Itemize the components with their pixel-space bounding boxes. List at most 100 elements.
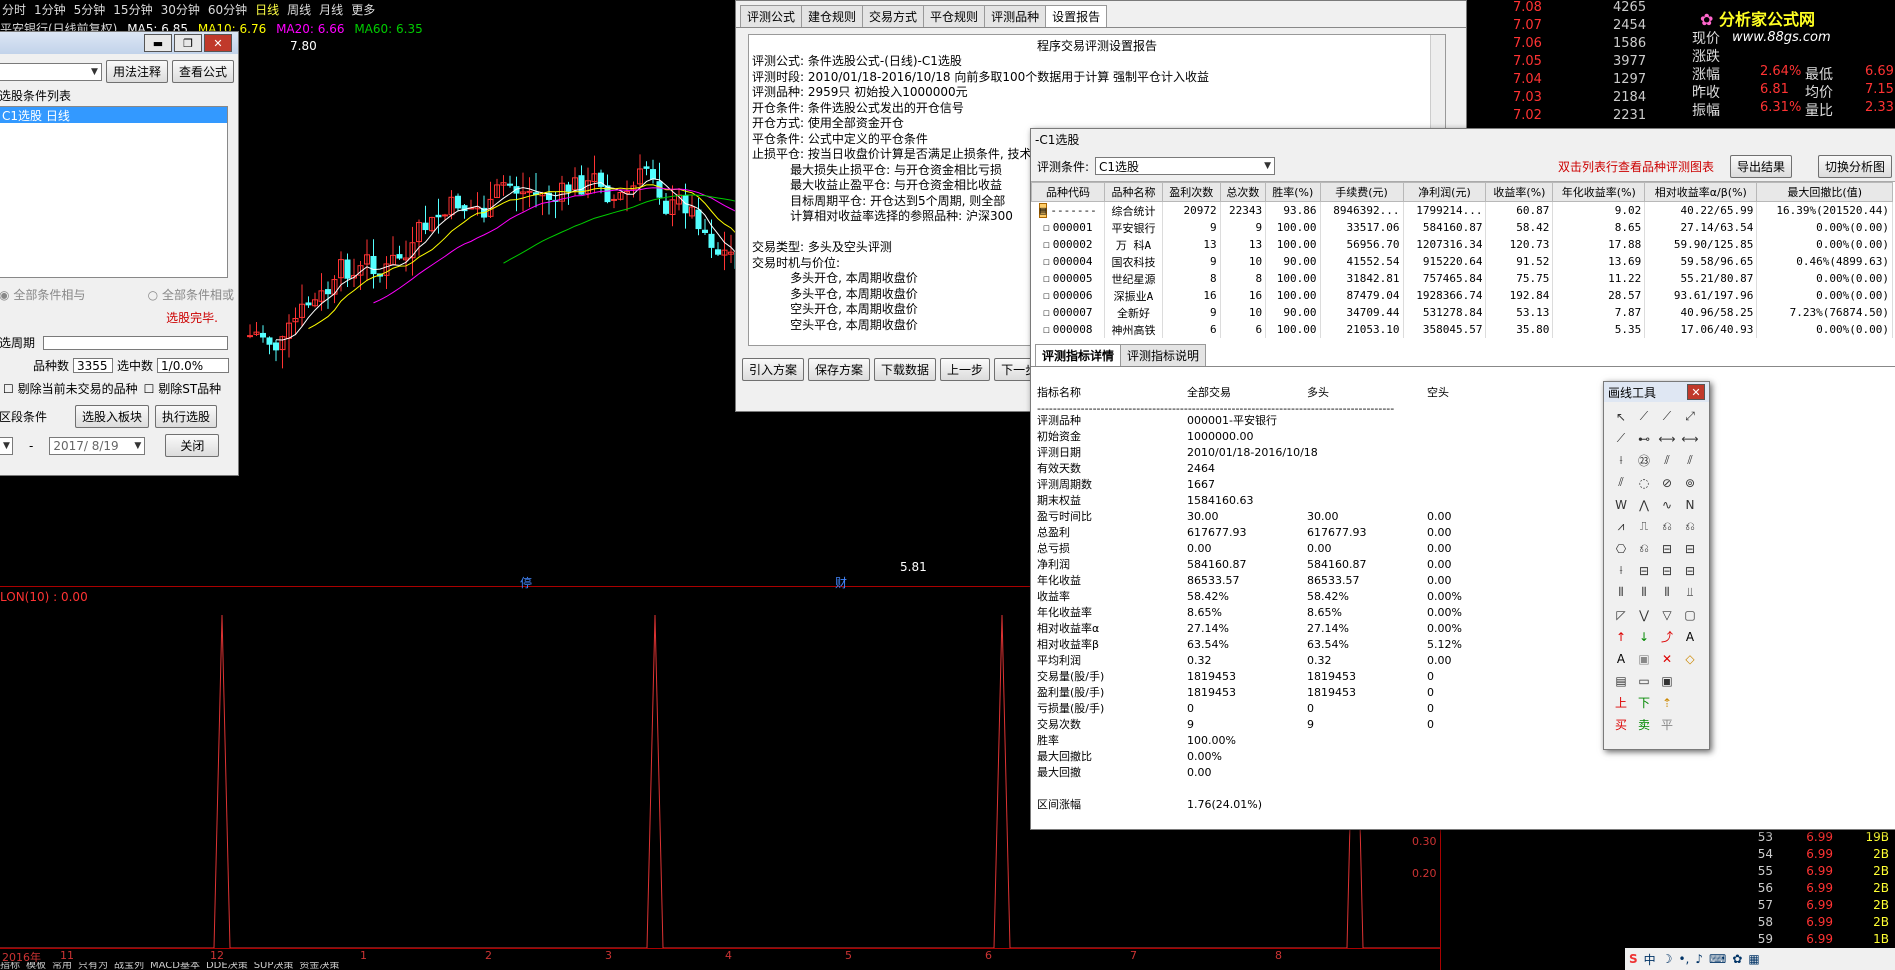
radio-and[interactable]: ◉ 全部条件相与: [0, 286, 85, 303]
row-checkbox-icon[interactable]: ☐: [1043, 255, 1050, 268]
minimize-button[interactable]: ▬: [144, 34, 172, 52]
draw-tool-49-icon[interactable]: ▭: [1633, 670, 1655, 691]
result-col-4[interactable]: 胜率(%): [1265, 182, 1321, 202]
result-table[interactable]: 品种代码 品种名称 盈利次数 总次数 胜率(%) 手续费(元) 净利润(元) 收益率(%) 年化…: [1030, 182, 1893, 338]
result-row[interactable]: ☐ 000001 平安银行 9 9 100.00 33517.06 584160.87 58.4…: [1031, 219, 1893, 236]
row-checkbox-icon[interactable]: ☐: [1043, 221, 1050, 234]
result-col-5[interactable]: 手续费(元): [1319, 182, 1404, 202]
draw-tool-56-icon[interactable]: 买: [1610, 714, 1632, 735]
draw-tool-5-icon[interactable]: ⊷: [1633, 428, 1655, 449]
draw-tool-54-icon[interactable]: ⇡: [1656, 692, 1678, 713]
draw-tool-23-icon[interactable]: ⎌: [1679, 516, 1701, 537]
exclude-untraded-check[interactable]: ☐ 剔除当前未交易的品种: [3, 380, 138, 397]
report-button-1[interactable]: 保存方案: [808, 358, 871, 381]
bottom-tab-0[interactable]: 指标: [0, 962, 20, 970]
result-col-8[interactable]: 年化收益率(%): [1552, 182, 1646, 202]
draw-tools-close-icon[interactable]: ✕: [1687, 384, 1705, 400]
report-button-2[interactable]: 下载数据: [874, 358, 937, 381]
add-to-block-button[interactable]: 选股入板块: [75, 405, 150, 428]
ime-mic-icon[interactable]: ♪: [1695, 952, 1703, 966]
period-1[interactable]: 1分钟: [34, 1, 66, 18]
report-button-0[interactable]: 引入方案: [742, 358, 805, 381]
switch-chart-button[interactable]: 切换分析图: [1817, 154, 1892, 178]
draw-tool-4-icon[interactable]: ⟋: [1610, 428, 1632, 449]
period-7[interactable]: 周线: [287, 1, 311, 18]
result-col-9[interactable]: 相对收益率α/β(%): [1644, 182, 1758, 202]
draw-tool-52-icon[interactable]: 上: [1610, 692, 1632, 713]
exclude-st-check[interactable]: ☐ 剔除ST品种: [144, 380, 222, 397]
report-tab-5[interactable]: 设置报告: [1045, 5, 1108, 27]
row-checkbox-icon[interactable]: ☐: [1043, 238, 1050, 251]
draw-tool-22-icon[interactable]: ⎌: [1656, 516, 1678, 537]
draw-tool-17-icon[interactable]: ⋀: [1633, 494, 1655, 515]
bottom-tab-3[interactable]: 只有为: [78, 962, 108, 970]
period-select[interactable]: [43, 335, 229, 350]
draw-tool-47-icon[interactable]: ◇: [1679, 648, 1701, 669]
draw-tool-33-icon[interactable]: ⦀: [1633, 582, 1655, 603]
export-button[interactable]: 导出结果: [1729, 154, 1792, 178]
execute-select-button[interactable]: 执行选股: [155, 405, 218, 428]
result-col-7[interactable]: 收益率(%): [1485, 182, 1554, 202]
result-row[interactable]: ☐ 000006 深振业A 16 16 100.00 87479.04 1928366.74 1…: [1031, 287, 1893, 304]
bottom-tab-1[interactable]: 模板: [26, 962, 46, 970]
draw-tool-21-icon[interactable]: ⎍: [1633, 516, 1655, 537]
draw-tool-18-icon[interactable]: ∿: [1656, 494, 1678, 515]
result-col-0[interactable]: 品种代码: [1030, 182, 1106, 202]
close-window-button[interactable]: ✕: [204, 34, 232, 52]
draw-tool-16-icon[interactable]: W: [1610, 494, 1632, 515]
report-tab-2[interactable]: 交易方式: [862, 5, 925, 27]
report-tab-1[interactable]: 建仓规则: [801, 5, 864, 27]
draw-tool-41-icon[interactable]: ↓: [1633, 626, 1655, 647]
row-checkbox-icon[interactable]: ☐: [1043, 306, 1050, 319]
bottom-tab-5[interactable]: MACD基本: [150, 962, 200, 970]
draw-tool-45-icon[interactable]: ▣: [1633, 648, 1655, 669]
period-6[interactable]: 日线: [255, 1, 279, 18]
view-formula-button[interactable]: 查看公式: [171, 60, 234, 83]
bottom-tab-8[interactable]: 资金决策: [299, 962, 339, 970]
result-col-3[interactable]: 总次数: [1219, 182, 1267, 202]
result-row[interactable]: ☐ 000008 神州高铁 6 6 100.00 21053.10 358045.57 35.8…: [1031, 321, 1893, 338]
period-0[interactable]: 分时: [2, 1, 26, 18]
period-5[interactable]: 60分钟: [208, 1, 247, 18]
draw-tool-6-icon[interactable]: ⟷: [1656, 428, 1678, 449]
draw-tool-40-icon[interactable]: ↑: [1610, 626, 1632, 647]
draw-tool-20-icon[interactable]: ⩘: [1610, 516, 1632, 537]
period-9[interactable]: 更多: [351, 1, 375, 18]
condition-list[interactable]: C1选股 日线: [0, 106, 228, 278]
draw-tool-36-icon[interactable]: ◸: [1610, 604, 1632, 625]
detail-tab-1[interactable]: 评测指标说明: [1120, 344, 1207, 366]
result-col-6[interactable]: 净利润(元): [1402, 182, 1487, 202]
draw-tool-46-icon[interactable]: ✕: [1656, 648, 1678, 669]
ime-keyboard-icon[interactable]: ⌨: [1709, 952, 1726, 966]
draw-tool-34-icon[interactable]: ⦀: [1656, 582, 1678, 603]
draw-tool-27-icon[interactable]: ⊟: [1679, 538, 1701, 559]
draw-tool-7-icon[interactable]: ⟷: [1679, 428, 1701, 449]
draw-tool-32-icon[interactable]: ⦀: [1610, 582, 1632, 603]
summary-icon[interactable]: ▤: [1038, 203, 1048, 218]
result-col-10[interactable]: 最大回撤比(值): [1756, 182, 1893, 202]
eval-cond-select[interactable]: C1选股 ▼: [1095, 157, 1276, 175]
row-checkbox-icon[interactable]: ☐: [1043, 323, 1050, 336]
draw-tool-35-icon[interactable]: ⫫: [1679, 582, 1701, 603]
draw-tool-31-icon[interactable]: ⊟: [1679, 560, 1701, 581]
draw-tool-12-icon[interactable]: ⫽: [1610, 472, 1632, 493]
draw-tool-30-icon[interactable]: ⊟: [1656, 560, 1678, 581]
detail-tab-0[interactable]: 评测指标详情: [1035, 344, 1122, 366]
draw-tool-0-icon[interactable]: ↖: [1610, 406, 1632, 427]
result-row[interactable]: ☐ 000004 国农科技 9 10 90.00 41552.54 915220.64 91.5…: [1031, 253, 1893, 270]
result-col-1[interactable]: 品种名称: [1104, 182, 1163, 202]
ime-lang-icon[interactable]: 中: [1644, 951, 1656, 968]
select-window-titlebar[interactable]: ▬ ❐ ✕: [0, 32, 238, 54]
draw-tool-8-icon[interactable]: ⟊: [1610, 450, 1632, 471]
draw-tool-48-icon[interactable]: ▤: [1610, 670, 1632, 691]
period-2[interactable]: 5分钟: [74, 1, 106, 18]
date-end-select[interactable]: 2017/ 8/19 ▼: [49, 436, 146, 455]
result-col-2[interactable]: 盈利次数: [1161, 182, 1221, 202]
draw-tool-28-icon[interactable]: ⟊: [1610, 560, 1632, 581]
draw-tool-43-icon[interactable]: A: [1679, 626, 1701, 647]
condition-list-item[interactable]: C1选股 日线: [0, 107, 227, 123]
draw-tool-2-icon[interactable]: ⟋: [1656, 406, 1678, 427]
draw-tool-53-icon[interactable]: 下: [1633, 692, 1655, 713]
report-tab-0[interactable]: 评测公式: [740, 5, 803, 27]
usage-note-button[interactable]: 用法注释: [105, 60, 168, 83]
